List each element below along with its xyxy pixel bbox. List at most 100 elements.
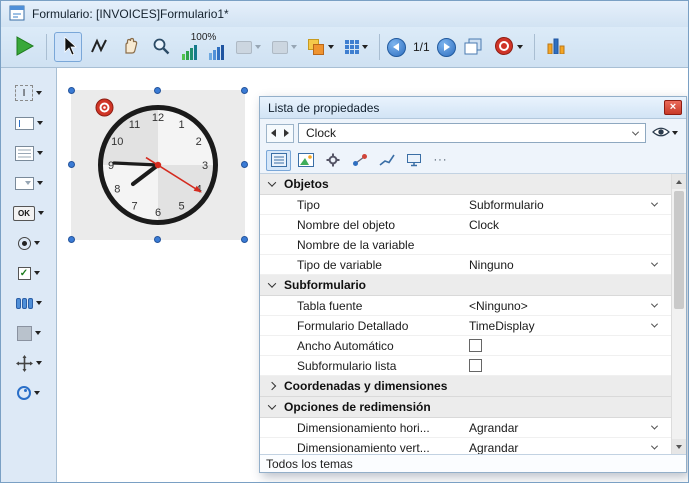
next-page-button[interactable] bbox=[437, 38, 456, 57]
selection-handle[interactable] bbox=[68, 87, 75, 94]
run-button[interactable] bbox=[9, 32, 39, 62]
green-bars-button[interactable] bbox=[178, 44, 202, 62]
prev-page-button[interactable] bbox=[387, 38, 406, 57]
tab-properties[interactable] bbox=[266, 150, 291, 171]
page-indicator: 1/1 bbox=[409, 40, 434, 54]
distribute-dropdown-button[interactable] bbox=[268, 32, 301, 62]
button-bar-tool[interactable] bbox=[16, 290, 42, 316]
dropdown-arrow-icon bbox=[34, 241, 40, 245]
zoom-tool-button[interactable] bbox=[147, 32, 175, 62]
dropdown-arrow-icon bbox=[34, 391, 40, 395]
selection-handle[interactable] bbox=[241, 236, 248, 243]
line-edit-tool[interactable] bbox=[15, 110, 43, 136]
push-button-tool[interactable]: OK bbox=[13, 200, 44, 226]
chevron-down-icon bbox=[632, 128, 639, 135]
scroll-down-button[interactable] bbox=[672, 439, 686, 454]
property-value-combo[interactable]: TimeDisplay bbox=[462, 316, 671, 335]
property-name: Subformulario lista bbox=[260, 359, 462, 373]
selection-handle[interactable] bbox=[68, 236, 75, 243]
panel-footer: Todos los temas bbox=[260, 454, 686, 472]
clock-subform-widget[interactable]: 12 1 2 3 4 5 6 7 8 9 10 11 bbox=[71, 90, 245, 240]
statistics-button[interactable] bbox=[542, 32, 570, 62]
svg-text:5: 5 bbox=[178, 201, 184, 213]
curve-icon bbox=[379, 153, 395, 167]
selection-handle[interactable] bbox=[154, 236, 161, 243]
object-combobox[interactable]: Clock bbox=[298, 123, 646, 143]
splitter-tool[interactable] bbox=[16, 350, 42, 376]
frame-tool[interactable] bbox=[17, 320, 41, 346]
vertical-scrollbar[interactable] bbox=[671, 174, 686, 454]
checkbox-icon: ✓ bbox=[18, 267, 31, 280]
title-bar: Formulario: [INVOICES]Formulario1* bbox=[1, 1, 688, 27]
visibility-filter-button[interactable] bbox=[650, 126, 680, 141]
tab-settings[interactable] bbox=[320, 150, 345, 171]
dial-tool[interactable] bbox=[17, 380, 40, 406]
panel-title-bar[interactable]: Lista de propiedades × bbox=[260, 97, 686, 119]
radio-icon bbox=[18, 237, 31, 250]
tab-connections[interactable] bbox=[347, 150, 372, 171]
section-coordenadas[interactable]: Coordenadas y dimensiones bbox=[260, 376, 671, 397]
selection-handle[interactable] bbox=[241, 161, 248, 168]
list-tool[interactable] bbox=[15, 140, 43, 166]
tab-image[interactable] bbox=[293, 150, 318, 171]
scroll-up-button[interactable] bbox=[672, 174, 686, 189]
selection-handle[interactable] bbox=[154, 87, 161, 94]
grid-dropdown-button[interactable] bbox=[341, 32, 372, 62]
property-name: Tipo bbox=[260, 198, 462, 212]
tab-screen[interactable] bbox=[401, 150, 426, 171]
svg-text:8: 8 bbox=[114, 184, 120, 196]
section-label: Coordenadas y dimensiones bbox=[284, 379, 447, 393]
arrow-left-icon bbox=[393, 43, 399, 51]
property-value-checkbox bbox=[462, 356, 671, 375]
dropdown-arrow-icon bbox=[36, 301, 42, 305]
bar-chart-blue-icon bbox=[209, 45, 225, 60]
ibeam-icon: I bbox=[15, 85, 33, 101]
property-value-combo[interactable]: <Ninguno> bbox=[462, 296, 671, 315]
tab-more[interactable]: ··· bbox=[428, 150, 453, 171]
selection-handle[interactable] bbox=[68, 161, 75, 168]
property-value-text[interactable] bbox=[462, 235, 671, 254]
tab-curves[interactable] bbox=[374, 150, 399, 171]
themes-label: Todos los temas bbox=[266, 457, 353, 471]
layers-icon bbox=[463, 37, 483, 58]
property-value-combo[interactable]: Agrandar bbox=[462, 418, 671, 437]
combo-field-icon bbox=[15, 177, 34, 190]
next-object-button[interactable] bbox=[280, 125, 293, 142]
section-subformulario[interactable]: Subformulario bbox=[260, 275, 671, 296]
property-value-combo[interactable]: Subformulario bbox=[462, 195, 671, 214]
app-icon bbox=[9, 5, 25, 24]
layout-stack-dropdown-button[interactable] bbox=[304, 32, 338, 62]
property-value-text[interactable]: Clock bbox=[462, 215, 671, 234]
checkbox-unchecked[interactable] bbox=[469, 339, 482, 352]
property-value-combo[interactable]: Ninguno bbox=[462, 255, 671, 274]
prev-object-button[interactable] bbox=[267, 125, 280, 142]
radio-button-tool[interactable] bbox=[18, 230, 40, 256]
draw-tool-button[interactable] bbox=[85, 32, 113, 62]
svg-text:3: 3 bbox=[202, 160, 208, 172]
selection-handle[interactable] bbox=[241, 87, 248, 94]
section-objetos[interactable]: Objetos bbox=[260, 174, 671, 195]
property-name: Ancho Automático bbox=[260, 339, 462, 353]
layers-button[interactable] bbox=[459, 32, 487, 62]
widget-error-badge-icon bbox=[95, 98, 114, 120]
arrow-right-icon bbox=[444, 43, 450, 51]
property-row: Dimensionamiento hori... Agrandar bbox=[260, 418, 671, 438]
blue-bars-button[interactable] bbox=[205, 44, 229, 62]
clock-center-pin bbox=[155, 162, 161, 168]
property-value-combo[interactable]: Agrandar bbox=[462, 438, 671, 454]
text-label-tool[interactable]: I bbox=[15, 80, 42, 106]
section-redimension[interactable]: Opciones de redimensión bbox=[260, 397, 671, 418]
record-dropdown-button[interactable] bbox=[490, 32, 527, 62]
align-dropdown-button[interactable] bbox=[232, 32, 265, 62]
close-icon[interactable]: × bbox=[664, 100, 682, 115]
chevron-down-icon bbox=[651, 443, 658, 450]
checkbox-unchecked[interactable] bbox=[469, 359, 482, 372]
stack-icon bbox=[308, 39, 325, 56]
scrollbar-thumb[interactable] bbox=[674, 191, 684, 309]
checkbox-tool[interactable]: ✓ bbox=[18, 260, 40, 286]
magnifier-icon bbox=[152, 37, 170, 58]
select-tool-button[interactable] bbox=[54, 32, 82, 62]
combo-field-tool[interactable] bbox=[15, 170, 43, 196]
pan-tool-button[interactable] bbox=[116, 32, 144, 62]
list-icon bbox=[271, 153, 287, 167]
